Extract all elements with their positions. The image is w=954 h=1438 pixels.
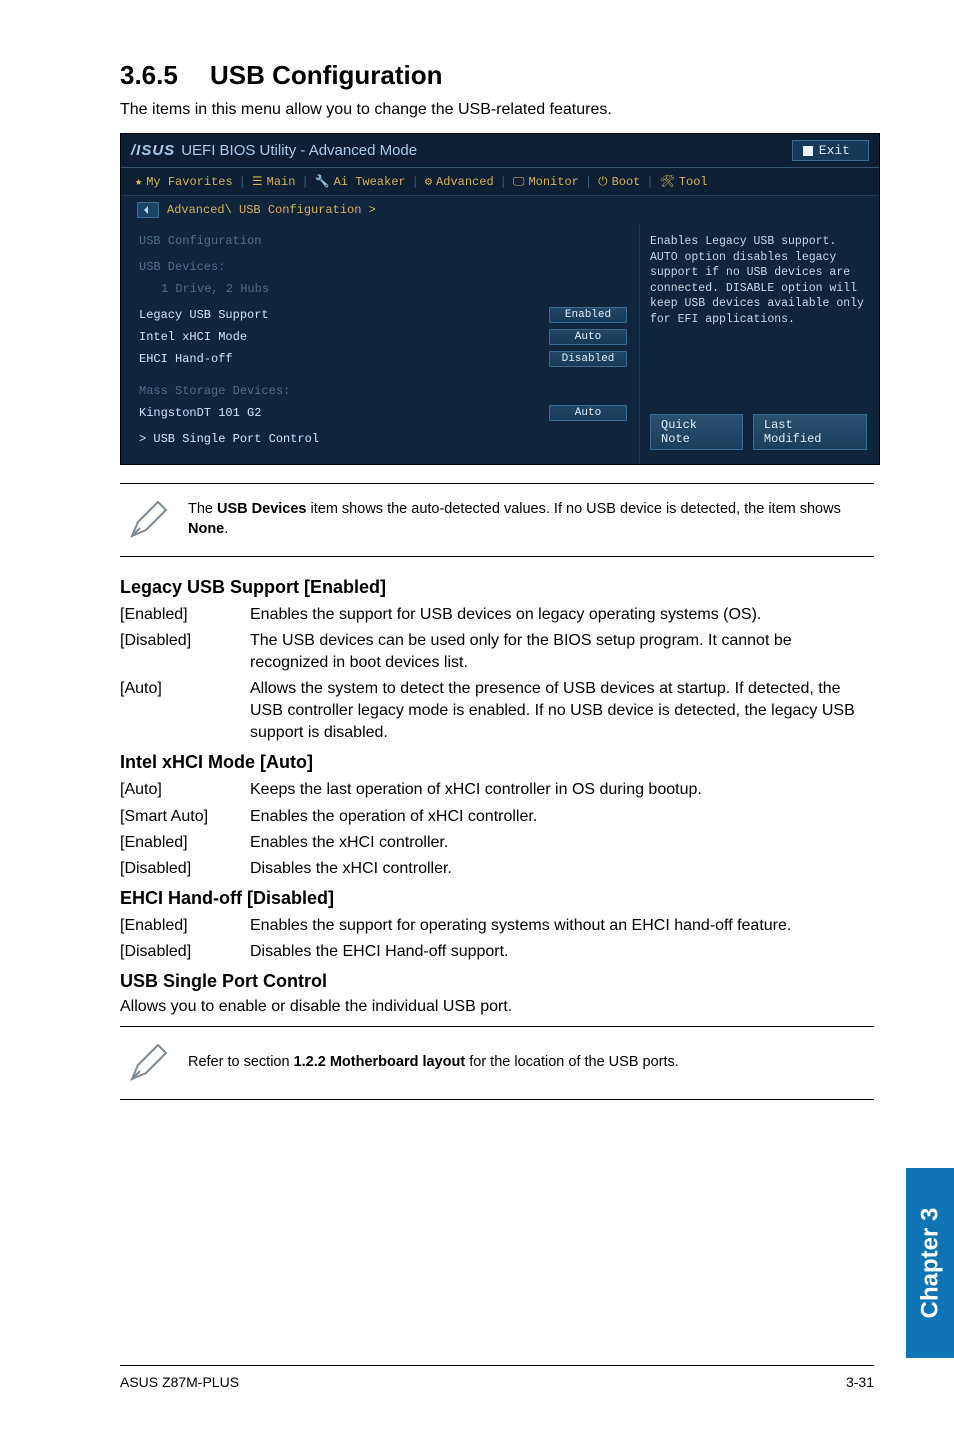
tab-tool[interactable]: 🛠 Tool: [660, 174, 708, 189]
boot-icon: ⏻: [598, 175, 608, 189]
star-icon: ★: [135, 174, 142, 189]
section-heading: 3.6.5USB Configuration: [120, 60, 874, 91]
bios-left-pane: USB Configuration USB Devices: 1 Drive, …: [121, 224, 639, 464]
back-icon[interactable]: [137, 202, 159, 218]
item-single-port[interactable]: > USB Single Port Control: [139, 432, 627, 446]
xhci-row: [Auto]Keeps the last operation of xHCI c…: [120, 779, 874, 801]
item-xhci-mode[interactable]: Intel xHCI Mode: [139, 330, 549, 344]
bios-breadcrumb: Advanced\ USB Configuration >: [121, 196, 879, 224]
heading-legacy-usb: Legacy USB Support [Enabled]: [120, 577, 874, 598]
exit-label: Exit: [819, 143, 850, 158]
xhci-row: [Disabled]Disables the xHCI controller.: [120, 858, 874, 880]
advanced-icon: ⚙: [425, 174, 432, 189]
legacy-row: [Auto]Allows the system to detect the pr…: [120, 678, 874, 744]
chapter-tab-label: Chapter 3: [916, 1208, 944, 1319]
page-footer: ASUS Z87M-PLUS 3-31: [120, 1365, 874, 1390]
usb-devices-label: USB Devices:: [139, 260, 627, 274]
quick-note-button[interactable]: Quick Note: [650, 414, 743, 450]
item-ehci-handoff[interactable]: EHCI Hand-off: [139, 352, 549, 366]
tab-monitor[interactable]: 🖵 Monitor: [513, 175, 579, 189]
heading-ehci: EHCI Hand-off [Disabled]: [120, 888, 874, 909]
intro-text: The items in this menu allow you to chan…: [120, 101, 874, 119]
tab-boot[interactable]: ⏻ Boot: [598, 175, 640, 189]
footer-right: 3-31: [846, 1374, 874, 1390]
heading-single-port: USB Single Port Control: [120, 971, 874, 992]
tab-advanced[interactable]: ⚙ Advanced: [425, 174, 494, 189]
mass-storage-heading: Mass Storage Devices:: [139, 384, 627, 398]
tab-ai-tweaker[interactable]: 🔧 Ai Tweaker: [315, 174, 406, 189]
usb-config-heading: USB Configuration: [139, 234, 627, 248]
exit-icon: [803, 146, 813, 156]
note-text: Refer to section 1.2.2 Motherboard layou…: [188, 1053, 679, 1073]
help-text: Enables Legacy USB support. AUTO option …: [650, 234, 867, 327]
bios-screenshot: /ISUS UEFI BIOS Utility - Advanced Mode …: [120, 133, 880, 465]
value-ehci-handoff[interactable]: Disabled: [549, 351, 627, 367]
brand-logo: /ISUS: [131, 142, 175, 159]
ehci-row: [Disabled]Disables the EHCI Hand-off sup…: [120, 941, 874, 963]
xhci-row: [Smart Auto]Enables the operation of xHC…: [120, 806, 874, 828]
note-text: The USB Devices item shows the auto-dete…: [188, 500, 868, 539]
section-title: USB Configuration: [210, 60, 443, 90]
wrench-icon: 🔧: [315, 174, 330, 189]
tool-icon: 🛠: [660, 174, 675, 189]
note-motherboard-layout: Refer to section 1.2.2 Motherboard layou…: [120, 1026, 874, 1100]
breadcrumb-text: Advanced\ USB Configuration >: [167, 203, 376, 217]
item-kingston[interactable]: KingstonDT 101 G2: [139, 406, 549, 420]
value-xhci-mode[interactable]: Auto: [549, 329, 627, 345]
bios-help-pane: Enables Legacy USB support. AUTO option …: [639, 224, 879, 464]
xhci-row: [Enabled]Enables the xHCI controller.: [120, 832, 874, 854]
last-modified-button[interactable]: Last Modified: [753, 414, 867, 450]
monitor-icon: 🖵: [513, 175, 525, 189]
legacy-row: [Enabled]Enables the support for USB dev…: [120, 604, 874, 626]
exit-button[interactable]: Exit: [792, 140, 869, 161]
pencil-icon: [126, 1041, 170, 1085]
legacy-row: [Disabled]The USB devices can be used on…: [120, 630, 874, 674]
bios-brand: /ISUS UEFI BIOS Utility - Advanced Mode: [131, 142, 417, 159]
note-usb-devices: The USB Devices item shows the auto-dete…: [120, 483, 874, 557]
ehci-row: [Enabled]Enables the support for operati…: [120, 915, 874, 937]
single-port-desc: Allows you to enable or disable the indi…: [120, 998, 874, 1016]
bios-title-text: UEFI BIOS Utility - Advanced Mode: [181, 142, 417, 159]
usb-devices-value: 1 Drive, 2 Hubs: [161, 282, 627, 296]
heading-xhci: Intel xHCI Mode [Auto]: [120, 752, 874, 773]
tab-favorites[interactable]: ★My Favorites: [135, 174, 233, 189]
list-icon: ☰: [252, 174, 263, 189]
section-number: 3.6.5: [120, 60, 210, 91]
bios-titlebar: /ISUS UEFI BIOS Utility - Advanced Mode …: [121, 134, 879, 168]
footer-left: ASUS Z87M-PLUS: [120, 1374, 239, 1390]
item-legacy-usb[interactable]: Legacy USB Support: [139, 308, 549, 322]
value-kingston[interactable]: Auto: [549, 405, 627, 421]
chapter-tab: Chapter 3: [906, 1168, 954, 1358]
value-legacy-usb[interactable]: Enabled: [549, 307, 627, 323]
tab-main[interactable]: ☰ Main: [252, 174, 296, 189]
pencil-icon: [126, 498, 170, 542]
bios-tab-bar: ★My Favorites | ☰ Main | 🔧 Ai Tweaker | …: [121, 168, 879, 196]
